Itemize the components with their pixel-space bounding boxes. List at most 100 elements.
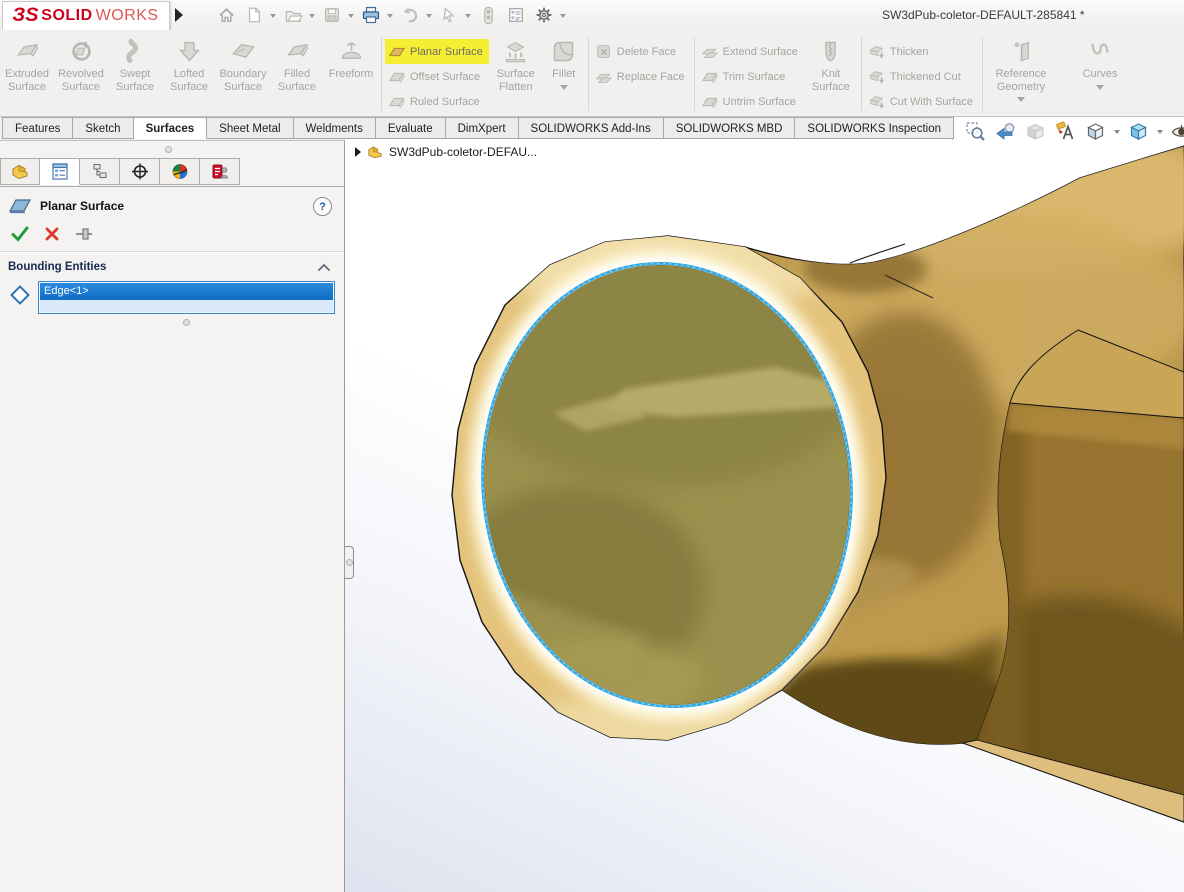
extend-surface-icon bbox=[701, 43, 719, 61]
splitter-grip-icon bbox=[346, 559, 353, 566]
fillet-dropdown[interactable] bbox=[560, 85, 568, 94]
fillet-button[interactable]: Fillet bbox=[543, 35, 585, 94]
solidworks-window: ЗS SOLIDWORKS bbox=[0, 0, 1184, 892]
options-dropdown[interactable] bbox=[560, 14, 566, 21]
tree-expand-arrow-icon[interactable] bbox=[355, 147, 361, 157]
thicken-button[interactable]: Thicken bbox=[865, 39, 979, 64]
listbox-resize-grip-icon[interactable] bbox=[183, 319, 190, 326]
replace-face-button[interactable]: Replace Face bbox=[592, 64, 691, 89]
thickened-cut-button[interactable]: Thickened Cut bbox=[865, 64, 979, 89]
freeform-icon bbox=[338, 38, 365, 65]
previous-view-icon[interactable] bbox=[994, 120, 1017, 143]
cut-with-surface-button[interactable]: Cut With Surface bbox=[865, 89, 979, 114]
reference-geometry-dropdown[interactable] bbox=[1017, 97, 1025, 106]
extruded-surface-button[interactable]: Extruded Surface bbox=[0, 35, 54, 93]
ruled-surface-button[interactable]: Ruled Surface bbox=[385, 89, 489, 114]
lofted-surface-button[interactable]: Lofted Surface bbox=[162, 35, 216, 93]
panel-grip-icon[interactable] bbox=[165, 146, 172, 153]
tab-weldments[interactable]: Weldments bbox=[294, 117, 376, 139]
configuration-manager-tab[interactable] bbox=[80, 158, 120, 185]
revolved-surface-button[interactable]: Revolved Surface bbox=[54, 35, 108, 93]
revolved-surface-icon bbox=[68, 38, 95, 65]
feature-manager-tab[interactable] bbox=[0, 158, 40, 185]
filled-surface-button[interactable]: Filled Surface bbox=[270, 35, 324, 93]
property-manager-tab[interactable] bbox=[40, 158, 80, 185]
keep-visible-pin-button[interactable] bbox=[74, 226, 94, 242]
select-dropdown[interactable] bbox=[465, 14, 471, 21]
new-document-icon[interactable] bbox=[242, 3, 266, 27]
graphics-viewport[interactable]: SW3dPub-coletor-DEFAU... bbox=[345, 117, 1184, 892]
extend-surface-button[interactable]: Extend Surface bbox=[698, 39, 804, 64]
planar-surface-button[interactable]: Planar Surface bbox=[385, 39, 489, 64]
command-manager-tabs: Features Sketch Surfaces Sheet Metal Wel… bbox=[2, 117, 954, 140]
swept-surface-button[interactable]: Swept Surface bbox=[108, 35, 162, 93]
panel-splitter-handle[interactable] bbox=[345, 546, 354, 579]
solidworks-logo[interactable]: ЗS SOLIDWORKS bbox=[2, 1, 170, 31]
tab-features[interactable]: Features bbox=[2, 117, 73, 139]
cancel-button[interactable] bbox=[44, 226, 60, 242]
save-icon[interactable] bbox=[320, 3, 344, 27]
tab-sheet-metal[interactable]: Sheet Metal bbox=[207, 117, 293, 139]
tab-evaluate[interactable]: Evaluate bbox=[376, 117, 446, 139]
section-title: Bounding Entities bbox=[8, 261, 106, 273]
display-style-icon[interactable] bbox=[1084, 120, 1107, 143]
cam-manager-tab[interactable] bbox=[200, 158, 240, 185]
new-document-dropdown[interactable] bbox=[270, 14, 276, 21]
hide-show-annotations-icon[interactable] bbox=[1054, 120, 1077, 143]
selected-edge-list-item[interactable]: Edge<1> bbox=[40, 283, 333, 300]
property-manager-icon bbox=[50, 162, 70, 181]
tab-solidworks-addins[interactable]: SOLIDWORKS Add-Ins bbox=[519, 117, 664, 139]
undo-icon[interactable] bbox=[398, 3, 422, 27]
planar-surface-icon bbox=[388, 43, 406, 61]
dimxpert-manager-tab[interactable] bbox=[120, 158, 160, 185]
reference-geometry-button[interactable]: Reference Geometry bbox=[986, 35, 1056, 106]
bounding-entities-section-header[interactable]: Bounding Entities bbox=[8, 261, 337, 273]
curves-dropdown[interactable] bbox=[1096, 85, 1104, 94]
title-bar: ЗS SOLIDWORKS bbox=[0, 0, 1184, 30]
ok-button[interactable] bbox=[10, 225, 30, 243]
print-dropdown[interactable] bbox=[387, 14, 393, 21]
tab-sketch[interactable]: Sketch bbox=[73, 117, 133, 139]
model-3d-view[interactable] bbox=[345, 117, 1184, 892]
tab-surfaces[interactable]: Surfaces bbox=[134, 117, 208, 139]
rebuild-icon[interactable] bbox=[476, 3, 500, 27]
bounding-entities-selection-list[interactable]: Edge<1> bbox=[38, 281, 335, 314]
home-icon[interactable] bbox=[214, 3, 238, 27]
select-icon[interactable] bbox=[437, 3, 461, 27]
quick-access-toolbar bbox=[214, 2, 567, 28]
print-icon[interactable] bbox=[359, 3, 383, 27]
display-manager-tab[interactable] bbox=[160, 158, 200, 185]
surface-flatten-button[interactable]: Surface Flatten bbox=[489, 35, 543, 93]
undo-dropdown[interactable] bbox=[426, 14, 432, 21]
open-icon[interactable] bbox=[281, 3, 305, 27]
display-style-dropdown[interactable] bbox=[1114, 130, 1120, 137]
untrim-surface-button[interactable]: Untrim Surface bbox=[698, 89, 804, 114]
tab-dimxpert[interactable]: DimXpert bbox=[446, 117, 519, 139]
offset-surface-button[interactable]: Offset Surface bbox=[385, 64, 489, 89]
menu-flyout-arrow[interactable] bbox=[175, 8, 183, 22]
feature-tree-breadcrumb[interactable]: SW3dPub-coletor-DEFAU... bbox=[355, 144, 537, 159]
options-gear-icon[interactable] bbox=[532, 3, 556, 27]
property-manager-title: Planar Surface bbox=[40, 199, 124, 213]
view-orientation-icon[interactable] bbox=[1127, 120, 1150, 143]
file-properties-icon[interactable] bbox=[504, 3, 528, 27]
tab-solidworks-mbd[interactable]: SOLIDWORKS MBD bbox=[664, 117, 796, 139]
trim-surface-button[interactable]: Trim Surface bbox=[698, 64, 804, 89]
configuration-manager-icon bbox=[90, 162, 110, 181]
save-dropdown[interactable] bbox=[348, 14, 354, 21]
freeform-button[interactable]: Freeform bbox=[324, 35, 378, 81]
section-view-icon[interactable] bbox=[1024, 120, 1047, 143]
curves-button[interactable]: Curves bbox=[1074, 35, 1126, 94]
thicken-icon bbox=[868, 43, 886, 61]
reference-geometry-icon bbox=[1008, 38, 1035, 65]
knit-surface-button[interactable]: Knit Surface bbox=[804, 35, 858, 93]
delete-face-button[interactable]: Delete Face bbox=[592, 39, 691, 64]
open-dropdown[interactable] bbox=[309, 14, 315, 21]
collapse-chevron-icon[interactable] bbox=[317, 263, 331, 272]
hide-show-eye-icon[interactable] bbox=[1170, 120, 1184, 143]
help-icon[interactable]: ? bbox=[313, 197, 332, 216]
tab-solidworks-inspection[interactable]: SOLIDWORKS Inspection bbox=[795, 117, 954, 139]
boundary-surface-button[interactable]: Boundary Surface bbox=[216, 35, 270, 93]
zoom-to-area-icon[interactable] bbox=[964, 120, 987, 143]
view-orientation-dropdown[interactable] bbox=[1157, 130, 1163, 137]
